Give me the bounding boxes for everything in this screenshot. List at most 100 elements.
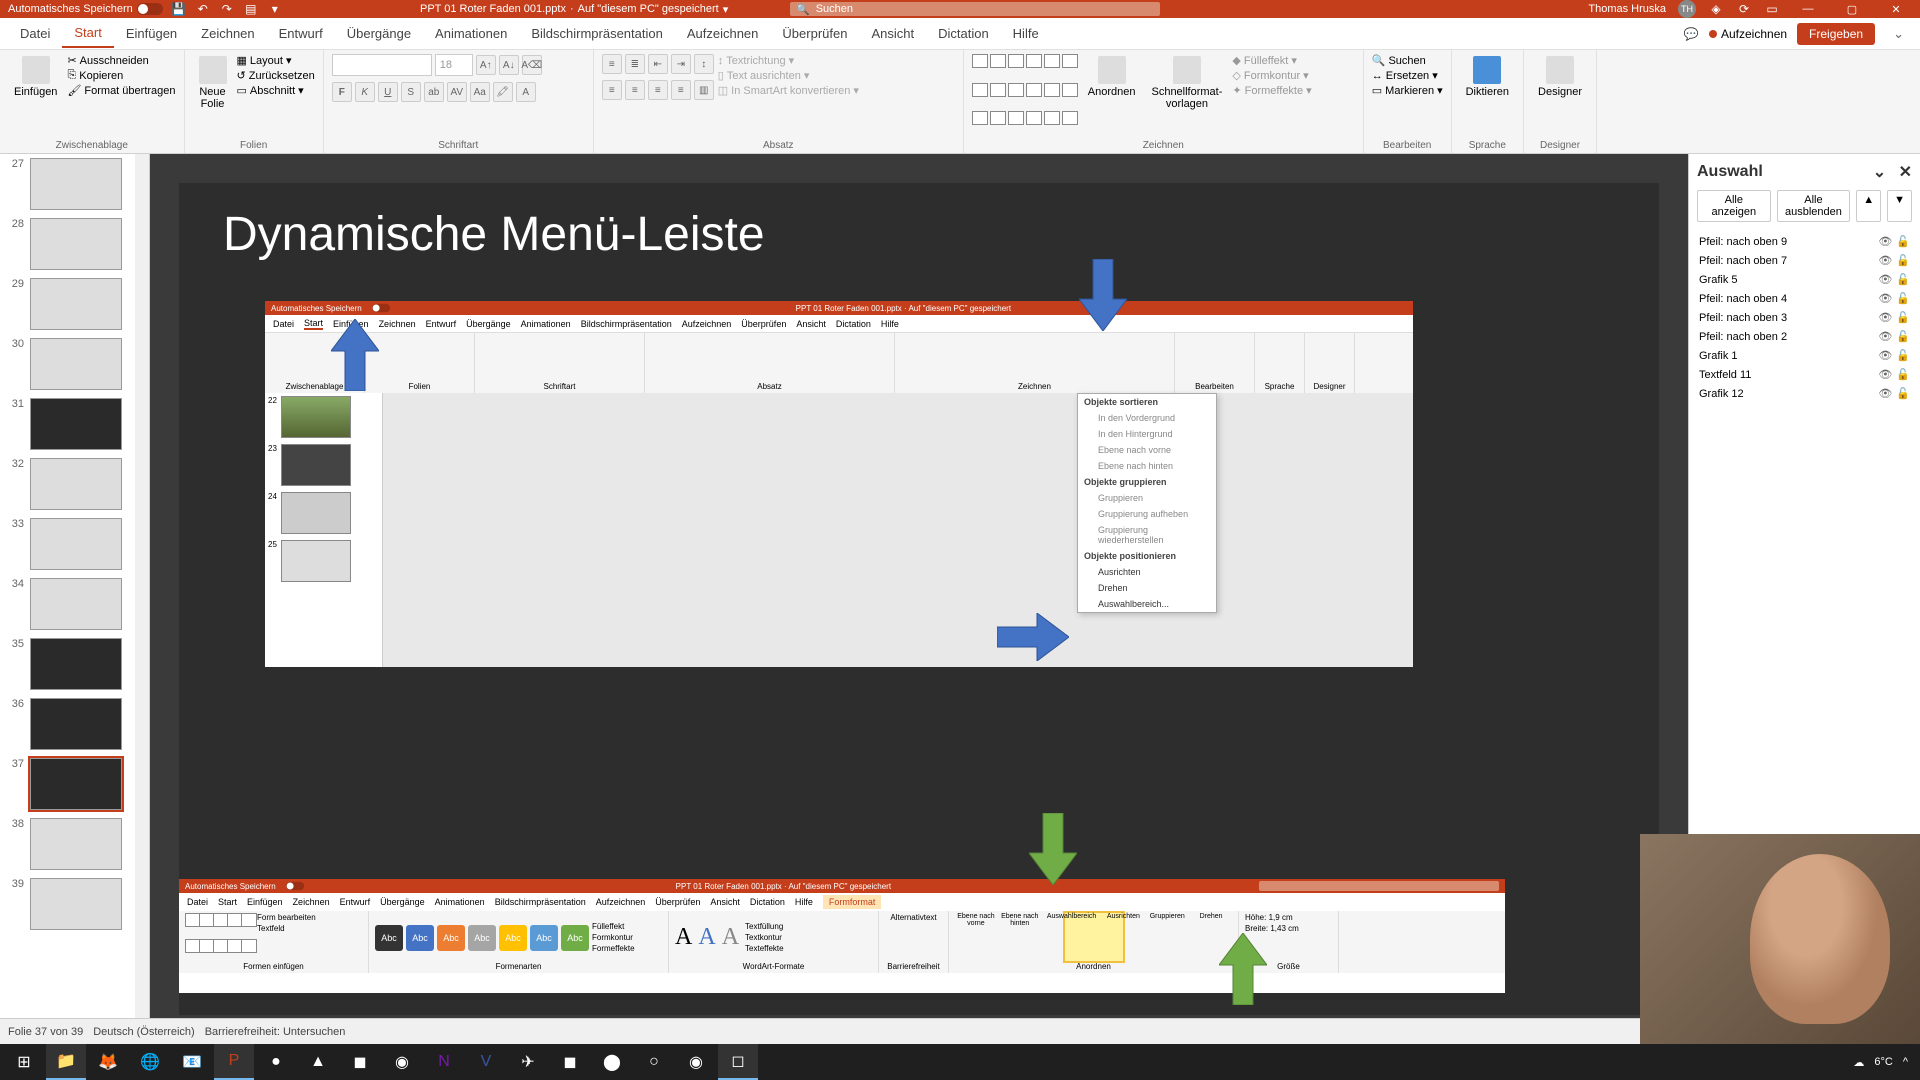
- sel-item[interactable]: Grafik 5👁🔓: [1697, 270, 1912, 289]
- tab-einfuegen[interactable]: Einfügen: [114, 20, 189, 47]
- smartart-button[interactable]: ◫In SmartArt konvertieren▾: [718, 84, 859, 97]
- tab-ueberpruefen[interactable]: Überprüfen: [770, 20, 859, 47]
- qat-more-icon[interactable]: ▾: [267, 1, 283, 17]
- app-icon[interactable]: ◉: [676, 1044, 716, 1080]
- section-button[interactable]: ▭Abschnitt▾: [237, 84, 315, 97]
- tab-entwurf[interactable]: Entwurf: [267, 20, 335, 47]
- start-button[interactable]: ⊞: [4, 1044, 44, 1080]
- lock-icon[interactable]: 🔓: [1896, 273, 1910, 286]
- eye-icon[interactable]: 👁: [1878, 311, 1892, 324]
- align-right-icon[interactable]: ≡: [648, 80, 668, 100]
- eye-icon[interactable]: 👁: [1878, 330, 1892, 343]
- eye-icon[interactable]: 👁: [1878, 235, 1892, 248]
- replace-button[interactable]: ↔Ersetzen▾: [1372, 69, 1443, 82]
- lock-icon[interactable]: 🔓: [1896, 349, 1910, 362]
- thumb-39[interactable]: 39: [0, 874, 149, 934]
- justify-icon[interactable]: ≡: [671, 80, 691, 100]
- thumbnail-rail[interactable]: 27 28 29 30 31 32 33 34 35 36 37 38 39: [0, 154, 150, 1044]
- thumb-32[interactable]: 32: [0, 454, 149, 514]
- toggle-switch[interactable]: [137, 3, 163, 15]
- arrange-button[interactable]: Anordnen: [1082, 54, 1142, 138]
- align-center-icon[interactable]: ≡: [625, 80, 645, 100]
- share-button[interactable]: Freigeben: [1797, 23, 1875, 45]
- eye-icon[interactable]: 👁: [1878, 273, 1892, 286]
- obs-icon[interactable]: ⬤: [592, 1044, 632, 1080]
- tab-zeichnen[interactable]: Zeichnen: [189, 20, 266, 47]
- indent-dec-icon[interactable]: ⇤: [648, 54, 668, 74]
- powerpoint-icon[interactable]: P: [214, 1044, 254, 1080]
- tab-animationen[interactable]: Animationen: [423, 20, 519, 47]
- tab-aufzeichnen[interactable]: Aufzeichnen: [675, 20, 771, 47]
- sel-item[interactable]: Pfeil: nach oben 3👁🔓: [1697, 308, 1912, 327]
- minimize-icon[interactable]: —: [1792, 0, 1824, 18]
- chevron-down-icon[interactable]: ⌄: [1885, 26, 1912, 42]
- text-direction-button[interactable]: ↕Textrichtung▾: [718, 54, 859, 67]
- app-icon[interactable]: ●: [256, 1044, 296, 1080]
- thumb-35[interactable]: 35: [0, 634, 149, 694]
- thumb-34[interactable]: 34: [0, 574, 149, 634]
- eye-icon[interactable]: 👁: [1878, 349, 1892, 362]
- user-avatar[interactable]: TH: [1678, 0, 1696, 18]
- undo-icon[interactable]: ↶: [195, 1, 211, 17]
- sel-item[interactable]: Grafik 12👁🔓: [1697, 384, 1912, 403]
- move-down-icon[interactable]: ▼: [1887, 190, 1912, 222]
- telegram-icon[interactable]: ✈: [508, 1044, 548, 1080]
- italic-icon[interactable]: K: [355, 82, 375, 102]
- thumb-28[interactable]: 28: [0, 214, 149, 274]
- numbering-icon[interactable]: ≣: [625, 54, 645, 74]
- layout-button[interactable]: ▦Layout▾: [237, 54, 315, 67]
- chevron-down-icon[interactable]: ▾: [723, 3, 729, 16]
- tab-uebergaenge[interactable]: Übergänge: [335, 20, 423, 47]
- accessibility-check[interactable]: Barrierefreiheit: Untersuchen: [205, 1026, 346, 1038]
- thumb-31[interactable]: 31: [0, 394, 149, 454]
- lock-icon[interactable]: 🔓: [1896, 235, 1910, 248]
- tab-dictation[interactable]: Dictation: [926, 20, 1001, 47]
- lock-icon[interactable]: 🔓: [1896, 311, 1910, 324]
- font-size-input[interactable]: [435, 54, 473, 76]
- thumb-33[interactable]: 33: [0, 514, 149, 574]
- highlight-icon[interactable]: 🖍: [493, 82, 513, 102]
- lock-icon[interactable]: 🔓: [1896, 254, 1910, 267]
- diamond-icon[interactable]: ◈: [1708, 1, 1724, 17]
- app-icon[interactable]: ◉: [382, 1044, 422, 1080]
- underline-icon[interactable]: U: [378, 82, 398, 102]
- sel-item[interactable]: Pfeil: nach oben 9👁🔓: [1697, 232, 1912, 251]
- indent-inc-icon[interactable]: ⇥: [671, 54, 691, 74]
- outlook-icon[interactable]: 📧: [172, 1044, 212, 1080]
- shape-gallery[interactable]: [972, 54, 1078, 138]
- eye-icon[interactable]: 👁: [1878, 387, 1892, 400]
- app-icon[interactable]: ◼: [340, 1044, 380, 1080]
- clear-format-icon[interactable]: A⌫: [522, 55, 542, 75]
- dictate-button[interactable]: Diktieren: [1460, 54, 1515, 100]
- format-painter-button[interactable]: 🖌Format übertragen: [67, 84, 175, 97]
- tray-chevron-icon[interactable]: ^: [1903, 1056, 1908, 1068]
- case-icon[interactable]: Aa: [470, 82, 490, 102]
- select-button[interactable]: ▭Markieren▾: [1372, 84, 1443, 97]
- file-explorer-icon[interactable]: 📁: [46, 1044, 86, 1080]
- tab-hilfe[interactable]: Hilfe: [1001, 20, 1051, 47]
- new-slide-button[interactable]: Neue Folie: [193, 54, 233, 138]
- redo-icon[interactable]: ↷: [219, 1, 235, 17]
- show-all-button[interactable]: Alle anzeigen: [1697, 190, 1771, 222]
- align-text-button[interactable]: ▯Text ausrichten▾: [718, 69, 859, 82]
- comments-icon[interactable]: 💬: [1683, 26, 1699, 42]
- sel-item[interactable]: Textfeld 11👁🔓: [1697, 365, 1912, 384]
- copy-button[interactable]: ⎘Kopieren: [67, 69, 175, 82]
- find-button[interactable]: 🔍Suchen: [1372, 54, 1443, 67]
- weather-icon[interactable]: ☁: [1853, 1056, 1864, 1069]
- thumb-37[interactable]: 37: [0, 754, 149, 814]
- slide-canvas[interactable]: Dynamische Menü-Leiste Automatisches Spe…: [150, 154, 1688, 1044]
- bullets-icon[interactable]: ≡: [602, 54, 622, 74]
- present-icon[interactable]: ▤: [243, 1, 259, 17]
- tab-ansicht[interactable]: Ansicht: [859, 20, 926, 47]
- app-icon[interactable]: ◻: [718, 1044, 758, 1080]
- lock-icon[interactable]: 🔓: [1896, 292, 1910, 305]
- visio-icon[interactable]: V: [466, 1044, 506, 1080]
- effects-button[interactable]: ✦Formeffekte▾: [1232, 84, 1311, 97]
- lang-indicator[interactable]: Deutsch (Österreich): [93, 1026, 194, 1038]
- tab-start[interactable]: Start: [62, 19, 113, 48]
- thumb-30[interactable]: 30: [0, 334, 149, 394]
- thumb-38[interactable]: 38: [0, 814, 149, 874]
- record-button[interactable]: Aufzeichnen: [1709, 27, 1787, 41]
- close-icon[interactable]: ✕: [1880, 0, 1912, 18]
